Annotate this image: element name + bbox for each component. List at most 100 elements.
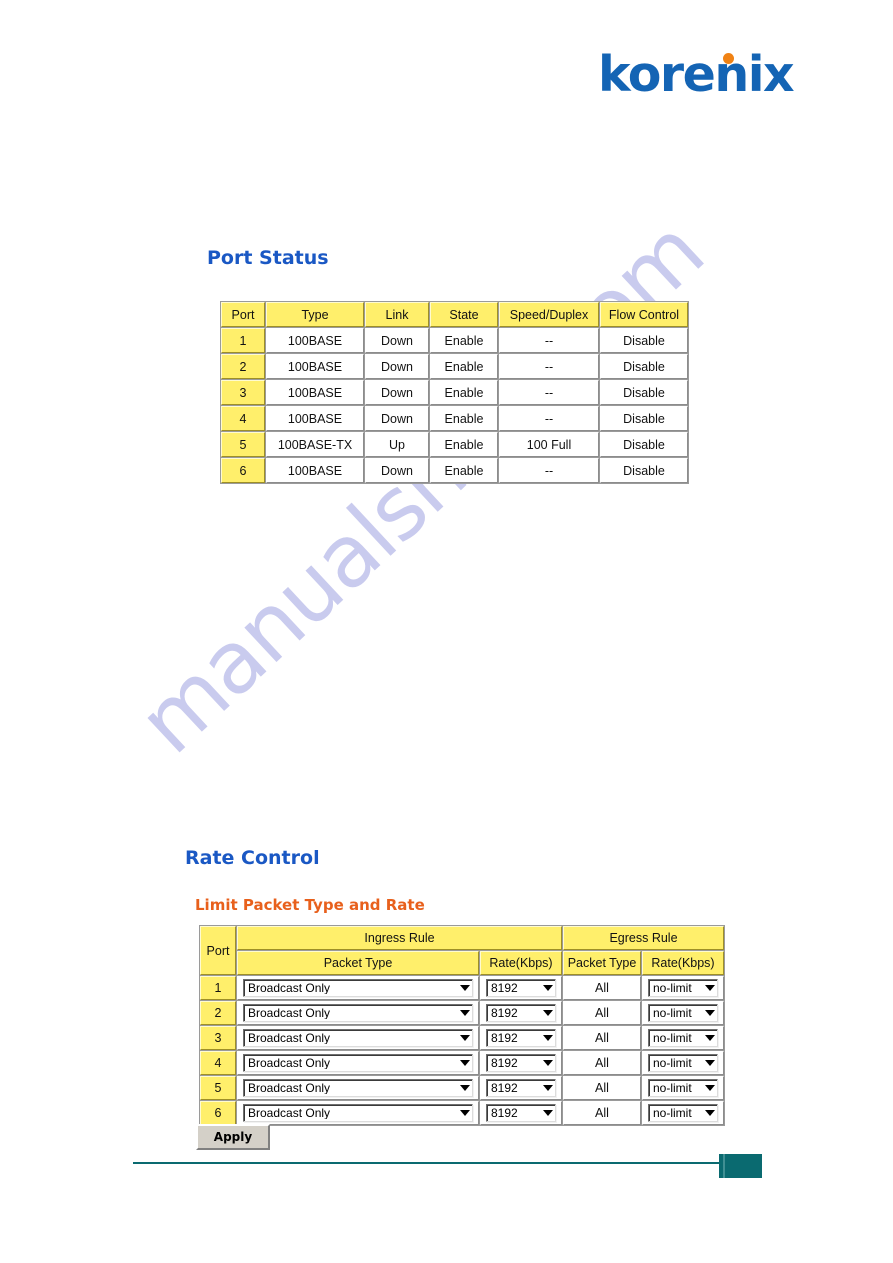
korenix-logo: korenix xyxy=(598,50,795,99)
port-status-column-header: Link xyxy=(365,302,429,327)
egress-packet-type-header: Packet Type xyxy=(563,951,641,975)
port-speed-duplex-cell: -- xyxy=(499,406,599,431)
chevron-down-icon xyxy=(705,1010,715,1016)
apply-button[interactable]: Apply xyxy=(196,1124,270,1150)
ingress-rate-select[interactable]: 8192 xyxy=(486,1054,556,1072)
ingress-rate-select-value: 8192 xyxy=(491,1057,518,1069)
korenix-logo-dot-icon xyxy=(723,53,734,64)
port-speed-duplex-cell: 100 Full xyxy=(499,432,599,457)
port-state-cell: Enable xyxy=(430,354,498,379)
egress-rate-cell: no-limit xyxy=(642,1051,724,1075)
port-flow-control-cell: Disable xyxy=(600,354,688,379)
port-status-column-header: Flow Control xyxy=(600,302,688,327)
chevron-down-icon xyxy=(705,985,715,991)
ingress-packet-type-select[interactable]: Broadcast Only xyxy=(243,979,473,997)
port-status-table: Port Type Link State Speed/Duplex Flow Contro… xyxy=(220,301,689,484)
ingress-packet-type-select[interactable]: Broadcast Only xyxy=(243,1104,473,1122)
chevron-down-icon xyxy=(460,1110,470,1116)
port-status-row: 2 100BASE Down Enable -- Disable xyxy=(221,354,688,379)
chevron-down-icon xyxy=(460,1085,470,1091)
ingress-rate-select-value: 8192 xyxy=(491,982,518,994)
egress-rate-select-value: no-limit xyxy=(653,1032,692,1044)
port-state-cell: Enable xyxy=(430,458,498,483)
rate-control-port-cell: 6 xyxy=(200,1101,236,1125)
ingress-packet-type-select-value: Broadcast Only xyxy=(248,1107,331,1119)
port-status-row: 6 100BASE Down Enable -- Disable xyxy=(221,458,688,483)
chevron-down-icon xyxy=(705,1110,715,1116)
port-speed-duplex-cell: -- xyxy=(499,380,599,405)
port-link-cell: Down xyxy=(365,406,429,431)
egress-rate-select-value: no-limit xyxy=(653,1057,692,1069)
korenix-logo-wordmark: korenix xyxy=(598,46,795,103)
port-status-row: 4 100BASE Down Enable -- Disable xyxy=(221,406,688,431)
port-status-column-header: Speed/Duplex xyxy=(499,302,599,327)
egress-rate-select[interactable]: no-limit xyxy=(648,1054,718,1072)
rate-control-subheading: Limit Packet Type and Rate xyxy=(195,896,425,914)
port-number-cell: 1 xyxy=(221,328,265,353)
rate-control-table: Port Ingress Rule Egress Rule Packet Type Ra… xyxy=(199,925,725,1126)
rate-control-port-cell: 3 xyxy=(200,1026,236,1050)
ingress-rate-header: Rate(Kbps) xyxy=(480,951,562,975)
egress-rate-select[interactable]: no-limit xyxy=(648,1004,718,1022)
ingress-rate-select-value: 8192 xyxy=(491,1107,518,1119)
ingress-rate-select[interactable]: 8192 xyxy=(486,1029,556,1047)
egress-rate-select[interactable]: no-limit xyxy=(648,1079,718,1097)
egress-rate-select[interactable]: no-limit xyxy=(648,1029,718,1047)
ingress-packet-type-select-value: Broadcast Only xyxy=(248,1007,331,1019)
chevron-down-icon xyxy=(460,1010,470,1016)
chevron-down-icon xyxy=(705,1035,715,1041)
port-speed-duplex-cell: -- xyxy=(499,328,599,353)
ingress-rate-select[interactable]: 8192 xyxy=(486,1004,556,1022)
ingress-packet-type-select[interactable]: Broadcast Only xyxy=(243,1054,473,1072)
port-state-cell: Enable xyxy=(430,380,498,405)
port-number-cell: 2 xyxy=(221,354,265,379)
ingress-rate-select[interactable]: 8192 xyxy=(486,979,556,997)
egress-rate-select[interactable]: no-limit xyxy=(648,1104,718,1122)
ingress-packet-type-select-value: Broadcast Only xyxy=(248,1057,331,1069)
egress-rate-cell: no-limit xyxy=(642,1001,724,1025)
port-status-header-row: Port Type Link State Speed/Duplex Flow Contro… xyxy=(221,302,688,327)
ingress-rate-cell: 8192 xyxy=(480,976,562,1000)
rate-control-row: 5 Broadcast Only 8192 All no-limit xyxy=(200,1076,724,1100)
chevron-down-icon xyxy=(705,1085,715,1091)
port-number-cell: 3 xyxy=(221,380,265,405)
port-status-row: 1 100BASE Down Enable -- Disable xyxy=(221,328,688,353)
watermark-text: manualshive.com xyxy=(120,202,723,774)
port-status-column-header: State xyxy=(430,302,498,327)
port-link-cell: Down xyxy=(365,380,429,405)
port-link-cell: Down xyxy=(365,458,429,483)
ingress-packet-type-select[interactable]: Broadcast Only xyxy=(243,1004,473,1022)
port-flow-control-cell: Disable xyxy=(600,380,688,405)
ingress-packet-type-cell: Broadcast Only xyxy=(237,1026,479,1050)
egress-packet-type-cell: All xyxy=(563,1051,641,1075)
rate-control-row: 6 Broadcast Only 8192 All no-limit xyxy=(200,1101,724,1125)
ingress-rate-cell: 8192 xyxy=(480,1076,562,1100)
chevron-down-icon xyxy=(460,1035,470,1041)
port-number-cell: 4 xyxy=(221,406,265,431)
ingress-packet-type-select[interactable]: Broadcast Only xyxy=(243,1079,473,1097)
rate-control-group-header-row: Port Ingress Rule Egress Rule xyxy=(200,926,724,975)
rate-control-row: 2 Broadcast Only 8192 All no-limit xyxy=(200,1001,724,1025)
ingress-rate-select-value: 8192 xyxy=(491,1032,518,1044)
port-type-cell: 100BASE xyxy=(266,354,364,379)
egress-rule-header: Egress Rule xyxy=(563,926,724,950)
ingress-rate-cell: 8192 xyxy=(480,1101,562,1125)
rate-control-port-cell: 4 xyxy=(200,1051,236,1075)
ingress-packet-type-cell: Broadcast Only xyxy=(237,976,479,1000)
chevron-down-icon xyxy=(705,1060,715,1066)
port-type-cell: 100BASE xyxy=(266,406,364,431)
rate-control-port-header: Port xyxy=(200,926,236,975)
ingress-rate-select[interactable]: 8192 xyxy=(486,1079,556,1097)
egress-rate-select[interactable]: no-limit xyxy=(648,979,718,997)
rate-control-port-cell: 1 xyxy=(200,976,236,1000)
port-speed-duplex-cell: -- xyxy=(499,354,599,379)
rate-control-sub-header-row: Packet Type Rate(Kbps) Packet Type Rate(Kbp… xyxy=(200,951,724,975)
rate-control-heading: Rate Control xyxy=(185,847,320,869)
ingress-packet-type-select-value: Broadcast Only xyxy=(248,982,331,994)
port-flow-control-cell: Disable xyxy=(600,328,688,353)
ingress-packet-type-cell: Broadcast Only xyxy=(237,1001,479,1025)
ingress-packet-type-select[interactable]: Broadcast Only xyxy=(243,1029,473,1047)
ingress-rate-select[interactable]: 8192 xyxy=(486,1104,556,1122)
chevron-down-icon xyxy=(543,1060,553,1066)
egress-packet-type-cell: All xyxy=(563,1076,641,1100)
